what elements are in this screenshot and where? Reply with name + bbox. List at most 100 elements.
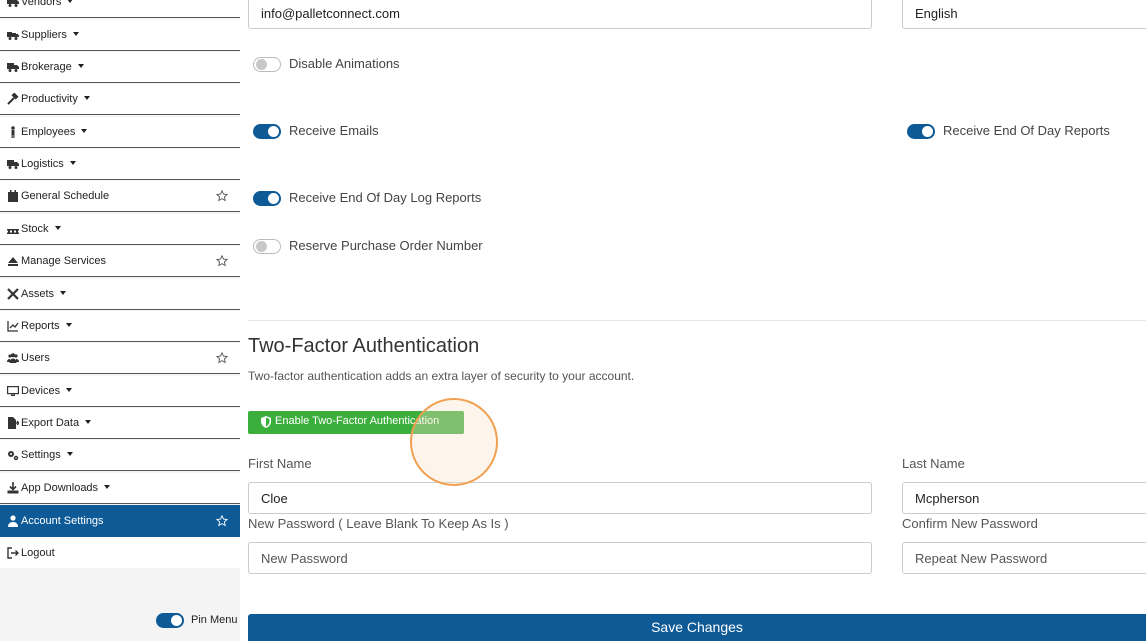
chevron-down-icon — [67, 0, 74, 3]
reserve-po-number-toggle[interactable] — [253, 239, 281, 254]
sidebar: Vendors Suppliers Brokerage Productivity… — [0, 0, 240, 641]
sidebar-item-label: App Downloads — [21, 482, 99, 494]
receive-eod-log-reports-toggle[interactable] — [253, 191, 281, 206]
sidebar-item-brokerage[interactable]: Brokerage — [0, 52, 240, 83]
reserve-po-number-label: Reserve Purchase Order Number — [289, 238, 483, 253]
chevron-down-icon — [69, 161, 76, 165]
sidebar-item-productivity[interactable]: Productivity — [0, 84, 240, 115]
sidebar-item-logistics[interactable]: Logistics — [0, 149, 240, 180]
sidebar-item-label: Employees — [21, 126, 76, 138]
star-icon[interactable] — [216, 352, 228, 364]
receive-eod-log-reports-label: Receive End Of Day Log Reports — [289, 190, 482, 205]
sidebar-item-assets[interactable]: Assets — [0, 279, 240, 310]
star-icon[interactable] — [216, 514, 228, 527]
sidebar-item-label: Manage Services — [21, 255, 106, 267]
sidebar-item-export-data[interactable]: Export Data — [0, 408, 240, 439]
sidebar-item-label: Vendors — [21, 0, 62, 8]
two-factor-title: Two-Factor Authentication — [248, 335, 480, 357]
sidebar-item-general-schedule[interactable]: General Schedule — [0, 181, 240, 212]
sidebar-item-settings[interactable]: Settings — [0, 440, 240, 471]
sidebar-item-users[interactable]: Users — [0, 343, 240, 374]
last-name-field[interactable] — [902, 482, 1146, 514]
sidebar-item-app-downloads[interactable]: App Downloads — [0, 473, 240, 504]
truck-icon — [7, 160, 19, 169]
sidebar-item-logout[interactable]: Logout — [0, 537, 240, 568]
desktop-icon — [7, 386, 19, 396]
sidebar-item-label: Settings — [21, 449, 61, 461]
cogs-icon — [8, 451, 19, 461]
enable-two-factor-label: Enable Two-Factor Authentication — [275, 415, 440, 427]
save-changes-button[interactable]: Save Changes — [248, 614, 1146, 641]
truck-icon — [7, 0, 19, 7]
confirm-password-field[interactable] — [902, 542, 1146, 574]
receive-eod-reports-toggle[interactable] — [907, 124, 935, 139]
sidebar-item-reports[interactable]: Reports — [0, 311, 240, 342]
chevron-down-icon — [54, 226, 61, 230]
chevron-down-icon — [85, 420, 92, 424]
sidebar-item-label: Devices — [21, 385, 61, 397]
email-field[interactable] — [248, 0, 872, 29]
tools-icon — [7, 288, 19, 300]
two-factor-description: Two-factor authentication adds an extra … — [248, 369, 635, 383]
new-password-label: New Password ( Leave Blank To Keep As Is… — [248, 516, 509, 531]
sidebar-item-label: Assets — [21, 288, 55, 300]
enable-two-factor-button[interactable]: Enable Two-Factor Authentication — [248, 411, 464, 434]
section-divider — [248, 320, 1146, 321]
first-name-field[interactable] — [248, 482, 872, 514]
sidebar-item-label: Brokerage — [21, 61, 72, 73]
user-icon — [8, 514, 18, 527]
sidebar-item-label: Suppliers — [21, 29, 67, 41]
star-icon[interactable] — [216, 190, 228, 202]
new-password-field[interactable] — [248, 542, 872, 574]
receive-eod-reports-label: Receive End Of Day Reports — [943, 123, 1110, 138]
sidebar-item-label: Reports — [21, 320, 60, 332]
chevron-down-icon — [66, 452, 73, 456]
sidebar-item-label: General Schedule — [21, 190, 110, 202]
chevron-down-icon — [83, 96, 90, 100]
first-name-label: First Name — [248, 456, 312, 471]
sign-out-icon — [7, 546, 19, 559]
sidebar-item-label: Export Data — [21, 417, 80, 429]
chevron-down-icon — [81, 129, 88, 133]
last-name-label: Last Name — [902, 456, 965, 471]
sidebar-item-label: Productivity — [21, 93, 78, 105]
sidebar-item-account-settings[interactable]: Account Settings — [0, 505, 240, 537]
sidebar-item-stock[interactable]: Stock — [0, 214, 240, 245]
users-icon — [7, 353, 19, 363]
calendar-icon — [8, 190, 18, 202]
chevron-down-icon — [65, 323, 72, 327]
star-icon[interactable] — [216, 255, 228, 267]
pallet-icon — [7, 229, 19, 234]
sidebar-item-employees[interactable]: Employees — [0, 117, 240, 148]
chevron-down-icon — [77, 64, 84, 68]
person-icon — [11, 126, 15, 138]
sidebar-item-suppliers[interactable]: Suppliers — [0, 20, 240, 51]
sidebar-item-label: Stock — [21, 223, 49, 235]
receive-emails-toggle[interactable] — [253, 124, 281, 139]
chevron-down-icon — [104, 485, 111, 489]
sidebar-item-vendors[interactable]: Vendors — [0, 0, 240, 18]
eject-icon — [8, 257, 18, 266]
sidebar-item-label: Users — [21, 352, 50, 364]
sidebar-item-devices[interactable]: Devices — [0, 376, 240, 407]
download-icon — [7, 482, 19, 494]
language-select[interactable] — [902, 0, 1146, 29]
disable-animations-label: Disable Animations — [289, 56, 400, 71]
pin-menu-toggle[interactable] — [156, 613, 184, 628]
chevron-down-icon — [72, 32, 79, 36]
shield-icon — [261, 416, 271, 428]
file-export-icon — [8, 417, 19, 429]
sidebar-item-label: Account Settings — [21, 514, 104, 527]
confirm-password-label: Confirm New Password — [902, 516, 1038, 531]
truck-icon — [7, 63, 19, 72]
pin-menu-label: Pin Menu — [191, 614, 238, 626]
sidebar-item-label: Logout — [21, 546, 55, 559]
receive-emails-label: Receive Emails — [289, 123, 379, 138]
truck-loading-icon — [7, 32, 19, 40]
sidebar-item-label: Logistics — [21, 158, 64, 170]
chart-line-icon — [7, 321, 19, 332]
chevron-down-icon — [66, 388, 73, 392]
hammer-icon — [7, 93, 19, 105]
disable-animations-toggle[interactable] — [253, 57, 281, 72]
sidebar-item-manage-services[interactable]: Manage Services — [0, 246, 240, 277]
